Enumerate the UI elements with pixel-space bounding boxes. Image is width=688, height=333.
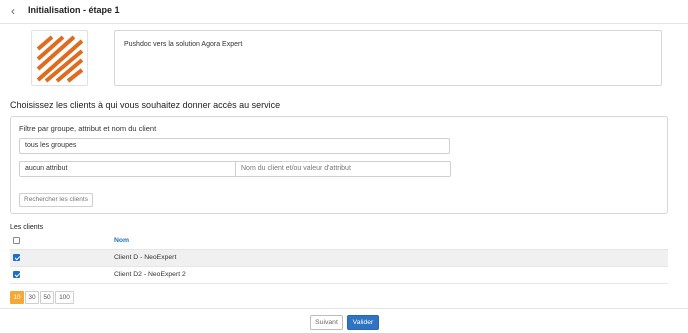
page-size-50[interactable]: 50 bbox=[40, 291, 54, 304]
table-row[interactable]: Client D - NeoExpert bbox=[10, 250, 668, 267]
client-name: Client D - NeoExpert bbox=[114, 254, 177, 261]
filter-panel: Filtre par groupe, attribut et nom du cl… bbox=[10, 116, 668, 214]
next-button[interactable]: Suivant bbox=[310, 315, 343, 330]
select-all-checkbox[interactable] bbox=[13, 237, 20, 244]
footer-bar: Suivant Valider bbox=[0, 308, 688, 333]
filter-label: Filtre par groupe, attribut et nom du cl… bbox=[19, 124, 157, 133]
top-header: ‹ Initialisation - étape 1 bbox=[0, 0, 688, 24]
client-name-input[interactable]: Nom du client et/ou valeur d'attribut bbox=[235, 161, 451, 177]
row-checkbox[interactable] bbox=[13, 271, 20, 278]
page-title: Initialisation - étape 1 bbox=[28, 5, 120, 15]
service-description-box: Pushdoc vers la solution Agora Expert bbox=[114, 30, 662, 86]
table-header: Nom bbox=[10, 232, 668, 250]
column-name-header[interactable]: Nom bbox=[114, 237, 129, 244]
clients-label: Les clients bbox=[10, 224, 44, 231]
page-size-100[interactable]: 100 bbox=[55, 291, 74, 304]
group-select[interactable]: tous les groupes bbox=[19, 138, 450, 154]
row-checkbox[interactable] bbox=[13, 254, 20, 261]
client-name: Client D2 - NeoExpert 2 bbox=[114, 271, 186, 278]
agora-expert-logo-icon bbox=[36, 35, 84, 83]
page-size-selector: 10 30 50 100 bbox=[10, 291, 75, 304]
validate-button[interactable]: Valider bbox=[347, 315, 379, 330]
table-row[interactable]: Client D2 - NeoExpert 2 bbox=[10, 267, 668, 284]
service-description: Pushdoc vers la solution Agora Expert bbox=[124, 41, 243, 48]
service-logo bbox=[31, 30, 88, 86]
attribute-select[interactable]: aucun attribut bbox=[19, 161, 235, 177]
section-title: Choisissez les clients à qui vous souhai… bbox=[10, 100, 281, 110]
page-size-10[interactable]: 10 bbox=[10, 291, 24, 304]
search-clients-button[interactable]: Rechercher les clients bbox=[19, 193, 93, 207]
page-size-30[interactable]: 30 bbox=[25, 291, 39, 304]
chevron-left-icon[interactable]: ‹ bbox=[11, 4, 15, 18]
